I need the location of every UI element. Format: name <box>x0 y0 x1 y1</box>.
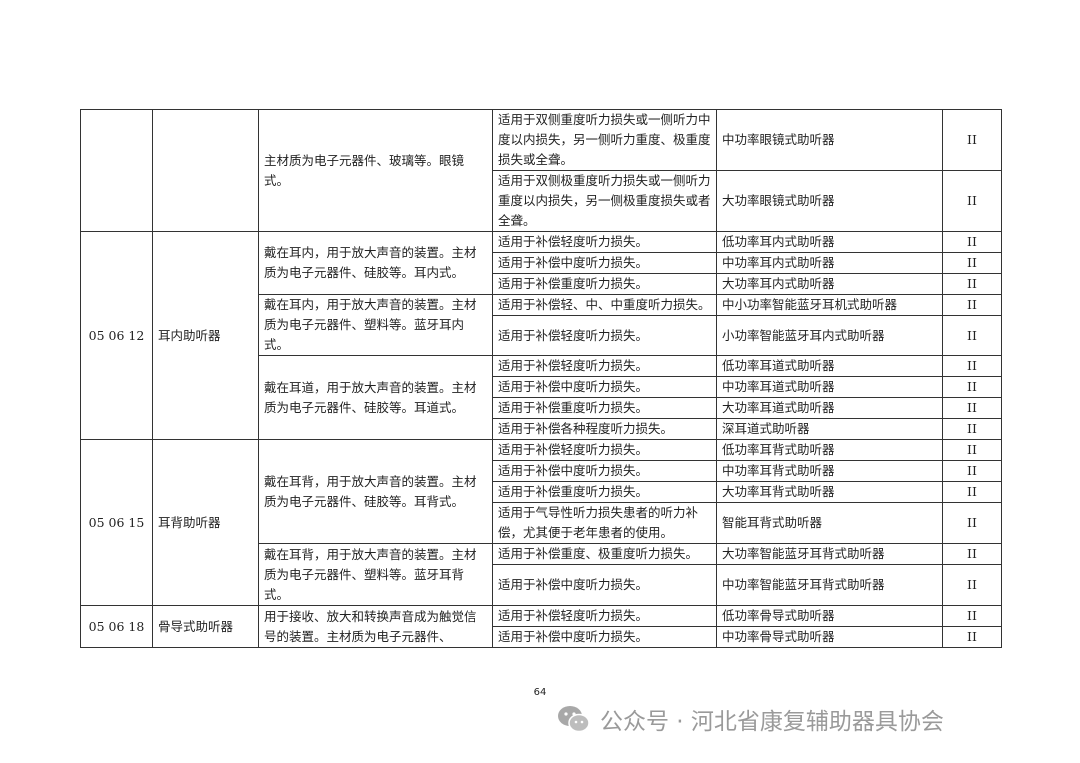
product-name-cell: 中功率智能蓝牙耳背式助听器 <box>716 564 943 606</box>
class-cell: II <box>942 252 1002 274</box>
usage-cell: 适用于补偿中度听力损失。 <box>492 626 717 648</box>
page-number: 64 <box>533 687 547 698</box>
product-name-cell: 小功率智能蓝牙耳内式助听器 <box>716 315 943 356</box>
category-name-cell: 耳背助听器 <box>152 439 259 606</box>
description-cell: 戴在耳道，用于放大声音的装置。主材质为电子元器件、硅胶等。耳道式。 <box>258 355 493 440</box>
product-name-cell: 中功率骨导式助听器 <box>716 626 943 648</box>
usage-cell: 适用于补偿轻度听力损失。 <box>492 355 717 377</box>
class-cell: II <box>942 439 1002 461</box>
class-cell: II <box>942 294 1002 316</box>
class-cell: II <box>942 418 1002 440</box>
table-row: 05 06 12 耳内助听器 戴在耳内，用于放大声音的装置。主材质为电子元器件、… <box>80 231 1002 440</box>
class-cell: II <box>942 564 1002 606</box>
usage-cell: 适用于补偿轻度听力损失。 <box>492 605 717 627</box>
class-cell: II <box>942 502 1002 544</box>
description-cell: 戴在耳内，用于放大声音的装置。主材质为电子元器件、塑料等。蓝牙耳内式。 <box>258 294 493 356</box>
class-cell: II <box>942 170 1002 232</box>
product-name-cell: 智能耳背式助听器 <box>716 502 943 544</box>
class-cell: II <box>942 355 1002 377</box>
class-cell: II <box>942 605 1002 627</box>
product-name-cell: 大功率耳道式助听器 <box>716 397 943 419</box>
category-code-cell: 05 06 12 <box>80 231 153 440</box>
class-cell: II <box>942 109 1002 171</box>
description-cell: 戴在耳背，用于放大声音的装置。主材质为电子元器件、硅胶等。耳背式。 <box>258 439 493 544</box>
usage-cell: 适用于补偿重度听力损失。 <box>492 397 717 419</box>
product-name-cell: 低功率耳背式助听器 <box>716 439 943 461</box>
product-name-cell: 中功率耳背式助听器 <box>716 460 943 482</box>
wechat-icon <box>558 706 590 733</box>
product-name-cell: 大功率智能蓝牙耳背式助听器 <box>716 543 943 565</box>
class-cell: II <box>942 626 1002 648</box>
class-cell: II <box>942 273 1002 295</box>
description-cell: 戴在耳背，用于放大声音的装置。主材质为电子元器件、塑料等。蓝牙耳背式。 <box>258 543 493 606</box>
usage-cell: 适用于补偿中度听力损失。 <box>492 376 717 398</box>
usage-cell: 适用于补偿轻度听力损失。 <box>492 439 717 461</box>
usage-cell: 适用于补偿中度听力损失。 <box>492 460 717 482</box>
product-name-cell: 深耳道式助听器 <box>716 418 943 440</box>
category-name-cell: 骨导式助听器 <box>152 605 259 648</box>
category-code-cell: 05 06 18 <box>80 605 153 648</box>
class-cell: II <box>942 397 1002 419</box>
product-table: 主材质为电子元器件、玻璃等。眼镜式。 适用于双侧重度听力损失或一侧听力中度以内损… <box>80 109 1002 648</box>
usage-cell: 适用于补偿中度听力损失。 <box>492 564 717 606</box>
watermark: 公众号 · 河北省康复辅助器具协会 <box>556 702 944 736</box>
product-name-cell: 中功率耳道式助听器 <box>716 376 943 398</box>
usage-cell: 适用于补偿重度听力损失。 <box>492 273 717 295</box>
class-cell: II <box>942 460 1002 482</box>
table-row: 主材质为电子元器件、玻璃等。眼镜式。 适用于双侧重度听力损失或一侧听力中度以内损… <box>80 109 1002 232</box>
usage-cell: 适用于双侧重度听力损失或一侧听力中度以内损失，另一侧听力重度、极重度损失或全聋。 <box>492 109 717 171</box>
usage-cell: 适用于补偿各种程度听力损失。 <box>492 418 717 440</box>
usage-cell: 适用于补偿轻度听力损失。 <box>492 315 717 356</box>
product-name-cell: 大功率耳内式助听器 <box>716 273 943 295</box>
usage-cell: 适用于气导性听力损失患者的听力补偿，尤其便于老年患者的使用。 <box>492 502 717 544</box>
description-cell: 用于接收、放大和转换声音成为触觉信号的装置。主材质为电子元器件、 <box>258 605 493 648</box>
description-cell: 戴在耳内，用于放大声音的装置。主材质为电子元器件、硅胶等。耳内式。 <box>258 231 493 295</box>
class-cell: II <box>942 315 1002 356</box>
product-name-cell: 大功率耳背式助听器 <box>716 481 943 503</box>
product-name-cell: 中功率耳内式助听器 <box>716 252 943 274</box>
category-name-cell: 耳内助听器 <box>152 231 259 440</box>
usage-cell: 适用于补偿中度听力损失。 <box>492 252 717 274</box>
usage-cell: 适用于双侧极重度听力损失或一侧听力重度以内损失，另一侧极重度损失或者全聋。 <box>492 170 717 232</box>
usage-cell: 适用于补偿重度、极重度听力损失。 <box>492 543 717 565</box>
table-row: 05 06 18 骨导式助听器 用于接收、放大和转换声音成为触觉信号的装置。主材… <box>80 605 1002 648</box>
product-name-cell: 大功率眼镜式助听器 <box>716 170 943 232</box>
product-name-cell: 中小功率智能蓝牙耳机式助听器 <box>716 294 943 316</box>
product-name-cell: 低功率骨导式助听器 <box>716 605 943 627</box>
usage-cell: 适用于补偿轻、中、中重度听力损失。 <box>492 294 717 316</box>
usage-cell: 适用于补偿重度听力损失。 <box>492 481 717 503</box>
usage-cell: 适用于补偿轻度听力损失。 <box>492 231 717 253</box>
category-code-cell <box>80 109 153 232</box>
class-cell: II <box>942 231 1002 253</box>
class-cell: II <box>942 376 1002 398</box>
class-cell: II <box>942 543 1002 565</box>
watermark-text: 公众号 · 河北省康复辅助器具协会 <box>600 709 944 735</box>
table-row: 05 06 15 耳背助听器 戴在耳背，用于放大声音的装置。主材质为电子元器件、… <box>80 439 1002 606</box>
product-name-cell: 低功率耳道式助听器 <box>716 355 943 377</box>
category-name-cell <box>152 109 259 232</box>
description-cell: 主材质为电子元器件、玻璃等。眼镜式。 <box>258 109 493 232</box>
product-name-cell: 低功率耳内式助听器 <box>716 231 943 253</box>
class-cell: II <box>942 481 1002 503</box>
category-code-cell: 05 06 15 <box>80 439 153 606</box>
product-name-cell: 中功率眼镜式助听器 <box>716 109 943 171</box>
